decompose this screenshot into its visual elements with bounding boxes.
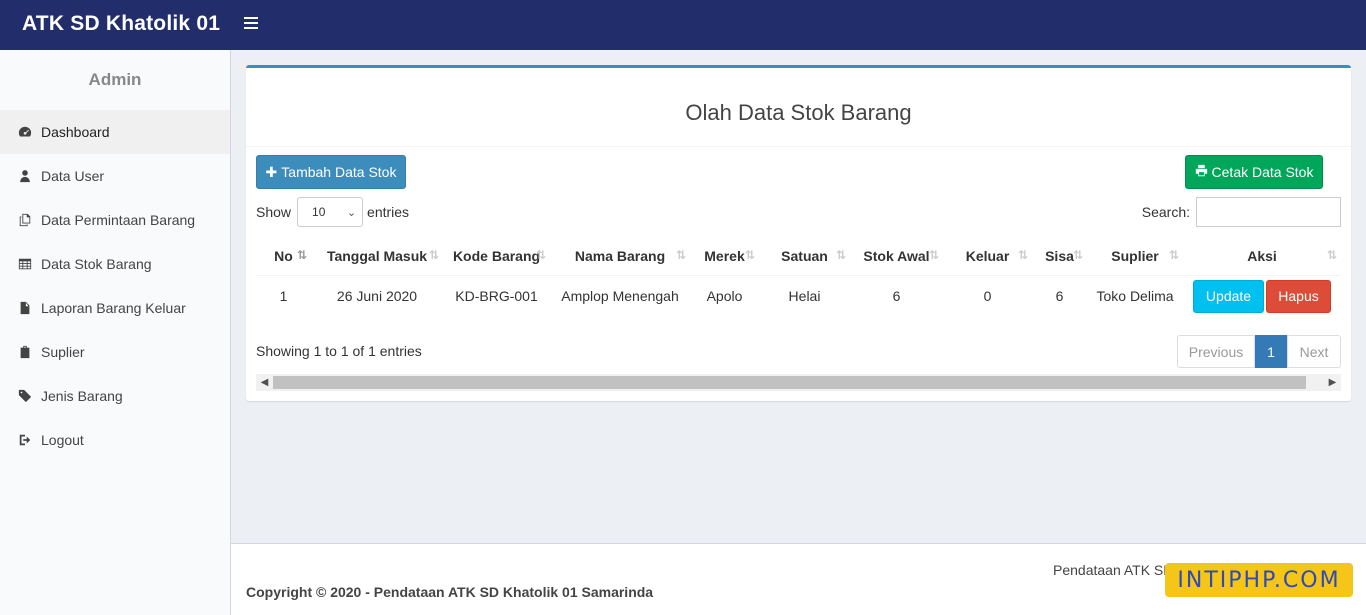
- update-button[interactable]: Update: [1193, 279, 1264, 313]
- sidebar-item-label: Data Stok Barang: [41, 256, 152, 272]
- cell-kode-barang: KD-BRG-001: [455, 288, 538, 305]
- add-stock-button[interactable]: ✚ Tambah Data Stok: [256, 155, 406, 189]
- sidebar-item-label: Data User: [41, 168, 105, 184]
- sidebar-item-label: Dashboard: [41, 124, 110, 140]
- pagination: Previous 1 Next: [1177, 335, 1341, 368]
- sidebar-item-label: Laporan Barang Keluar: [41, 300, 186, 316]
- table-search: Search:: [1142, 197, 1341, 227]
- sort-icon: ⇅: [1326, 248, 1337, 262]
- search-input[interactable]: [1196, 197, 1341, 227]
- table-header-row: No ⇅ Tanggal Masuk ⇅ Kode Barang ⇅ Nama Bar…: [256, 237, 1341, 276]
- column-header[interactable]: Nama Barang ⇅: [550, 237, 690, 276]
- chevron-down-icon: ⌄: [346, 206, 357, 219]
- user-icon: [18, 169, 32, 183]
- cell-stok-awal: 6: [892, 288, 901, 305]
- sidebar-user-label: Admin: [88, 70, 142, 89]
- cell-aksi: Update Hapus: [1183, 275, 1341, 317]
- tags-icon: [18, 389, 32, 403]
- pagination-page-1[interactable]: 1: [1255, 335, 1287, 368]
- column-header[interactable]: Satuan ⇅: [759, 237, 850, 276]
- entries-length-control: Show 10 ⌄ entries: [256, 197, 409, 227]
- file-icon: [18, 301, 32, 315]
- copy-icon: [18, 213, 32, 227]
- sidebar-item-dashboard[interactable]: Dashboard: [0, 110, 230, 154]
- sort-icon: ⇅: [928, 248, 939, 262]
- sidebar-item-data-user[interactable]: Data User: [0, 154, 230, 198]
- column-header[interactable]: No ⇅: [256, 237, 311, 276]
- sort-icon: ⇅: [535, 248, 546, 262]
- app-title[interactable]: ATK SD Khatolik 01: [22, 12, 220, 36]
- sidebar-item-label: Suplier: [41, 344, 85, 360]
- column-header[interactable]: Keluar ⇅: [943, 237, 1032, 276]
- sort-icon: ⇅: [1168, 248, 1179, 262]
- column-header[interactable]: Sisa ⇅: [1032, 237, 1087, 276]
- cell-nama-barang: Amplop Menengah: [561, 288, 679, 305]
- sort-icon: ⇅: [1072, 248, 1083, 262]
- sidebar-item-data-permintaan-barang[interactable]: Data Permintaan Barang: [0, 198, 230, 242]
- cell-no: 1: [279, 288, 288, 305]
- sidebar-item-label: Logout: [41, 432, 84, 448]
- search-label: Search:: [1141, 204, 1190, 220]
- stock-data-panel: Olah Data Stok Barang ✚ Tambah Data Stok…: [246, 65, 1351, 401]
- cell-merek: Apolo: [706, 288, 743, 305]
- show-label: Show: [256, 204, 292, 220]
- cell-suplier: Toko Delima: [1096, 288, 1174, 305]
- sidebar-item-suplier[interactable]: Suplier: [0, 330, 230, 374]
- sign-out-icon: [18, 433, 32, 447]
- footer-right-text: Pendataan ATK SD: [1053, 562, 1174, 578]
- print-icon: [1195, 164, 1208, 180]
- print-stock-label: Cetak Data Stok: [1211, 164, 1314, 180]
- sort-icon: ⇅: [428, 248, 439, 262]
- table-info: Showing 1 to 1 of 1 entries: [256, 343, 422, 359]
- table-row: 1 26 Juni 2020 KD-BRG-001 Amplop Menenga…: [256, 275, 1341, 317]
- top-navbar: ATK SD Khatolik 01: [0, 0, 1366, 50]
- column-header[interactable]: Merek ⇅: [690, 237, 759, 276]
- cell-keluar: 0: [983, 288, 992, 305]
- sidebar-item-jenis-barang[interactable]: Jenis Barang: [0, 374, 230, 418]
- dashboard-icon: [18, 125, 32, 139]
- suitcase-icon: [18, 345, 32, 359]
- watermark-logo: INTIPHP.COM: [1165, 563, 1353, 597]
- delete-button[interactable]: Hapus: [1266, 279, 1331, 313]
- page-title: Olah Data Stok Barang: [685, 100, 912, 125]
- pagination-next[interactable]: Next: [1287, 335, 1341, 368]
- sidebar: Admin Dashboard Data User Data Permintaa…: [0, 50, 231, 615]
- divider: [246, 146, 1351, 147]
- sidebar-item-logout[interactable]: Logout: [0, 418, 230, 462]
- entries-label: entries: [367, 204, 410, 220]
- pagination-previous[interactable]: Previous: [1177, 335, 1255, 368]
- cell-sisa: 6: [1055, 288, 1064, 305]
- column-header[interactable]: Kode Barang ⇅: [443, 237, 550, 276]
- table-icon: [18, 257, 32, 271]
- horizontal-scrollbar[interactable]: ◀ ▶: [256, 374, 1341, 391]
- cell-satuan: Helai: [788, 288, 821, 305]
- scroll-right-icon[interactable]: ▶: [1324, 374, 1341, 391]
- sort-icon: ⇅: [835, 248, 846, 262]
- scroll-left-icon[interactable]: ◀: [256, 374, 273, 391]
- sidebar-item-label: Jenis Barang: [41, 388, 123, 404]
- column-header[interactable]: Stok Awal ⇅: [850, 237, 943, 276]
- scrollbar-thumb[interactable]: [273, 376, 1306, 389]
- entries-select[interactable]: 10 ⌄: [297, 197, 364, 227]
- cell-tanggal-masuk: 26 Juni 2020: [336, 288, 418, 305]
- sidebar-item-label: Data Permintaan Barang: [41, 212, 196, 228]
- stock-table: No ⇅ Tanggal Masuk ⇅ Kode Barang ⇅ Nama Bar…: [256, 237, 1341, 317]
- sort-icon: ⇅: [744, 248, 755, 262]
- sort-asc-icon: ⇅: [296, 248, 307, 262]
- print-stock-button[interactable]: Cetak Data Stok: [1185, 155, 1323, 189]
- sort-icon: ⇅: [675, 248, 686, 262]
- entries-select-value: 10: [312, 205, 326, 219]
- sort-icon: ⇅: [1017, 248, 1028, 262]
- column-header[interactable]: Tanggal Masuk ⇅: [311, 237, 443, 276]
- footer-copyright: Copyright © 2020 - Pendataan ATK SD Khat…: [246, 584, 654, 600]
- column-header[interactable]: Suplier ⇅: [1087, 237, 1183, 276]
- column-header[interactable]: Aksi ⇅: [1183, 237, 1341, 276]
- sidebar-item-data-stok-barang[interactable]: Data Stok Barang: [0, 242, 230, 286]
- add-stock-label: Tambah Data Stok: [281, 164, 397, 180]
- sidebar-item-laporan-barang-keluar[interactable]: Laporan Barang Keluar: [0, 286, 230, 330]
- plus-icon: ✚: [265, 163, 278, 180]
- hamburger-menu-icon[interactable]: [244, 17, 258, 33]
